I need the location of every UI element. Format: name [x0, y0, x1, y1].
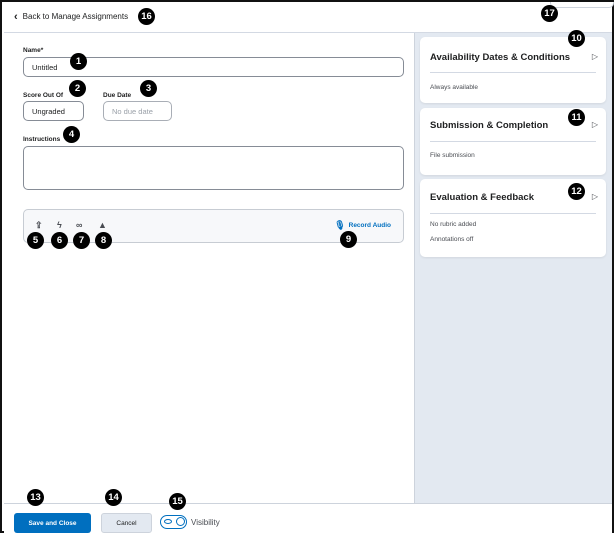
upload-icon[interactable]: ⇪ — [35, 220, 43, 231]
expand-triangle-icon[interactable]: ▷ — [592, 192, 598, 201]
callout-badge: 17 — [541, 5, 558, 22]
name-label: Name* — [23, 47, 44, 54]
save-and-close-button[interactable]: Save and Close — [14, 513, 91, 533]
card-divider — [430, 141, 596, 142]
callout-badge: 5 — [27, 232, 44, 249]
top-bar: ‹ Back to Manage Assignments — [4, 2, 614, 33]
submission-card-title: Submission & Completion — [430, 120, 549, 131]
back-to-manage-assignments-link[interactable]: ‹ Back to Manage Assignments — [14, 10, 129, 23]
page-frame: ‹ Back to Manage Assignments Name* Untit… — [0, 0, 614, 533]
due-date-input[interactable]: No due date — [103, 101, 172, 121]
callout-badge: 16 — [138, 8, 155, 25]
callout-badge: 2 — [69, 80, 86, 97]
cancel-button[interactable]: Cancel — [101, 513, 152, 533]
instructions-editor[interactable] — [23, 146, 404, 190]
insert-stuff-icon[interactable]: ϟ — [57, 220, 62, 230]
availability-card-title: Availability Dates & Conditions — [430, 52, 571, 63]
callout-badge: 9 — [340, 231, 357, 248]
google-drive-icon[interactable]: ▲ — [98, 220, 107, 230]
callout-badge: 13 — [27, 489, 44, 506]
rubric-status: No rubric added — [430, 221, 477, 228]
callout-badge: 4 — [63, 126, 80, 143]
card-divider — [430, 213, 596, 214]
callout-badge: 12 — [568, 183, 585, 200]
settings-sidebar: Availability Dates & Conditions ▷ Always… — [414, 33, 612, 503]
availability-status: Always available — [430, 84, 479, 91]
link-icon[interactable]: ∞ — [76, 220, 82, 230]
callout-badge: 6 — [51, 232, 68, 249]
due-date-label: Due Date — [103, 92, 132, 99]
footer-bar: Save and Close Cancel Visibility — [4, 503, 612, 533]
panel-collapse-tab[interactable] — [550, 2, 614, 8]
chevron-left-icon: ‹ — [14, 10, 18, 23]
callout-badge: 8 — [95, 232, 112, 249]
expand-triangle-icon[interactable]: ▷ — [592, 120, 598, 129]
callout-badge: 1 — [70, 53, 87, 70]
submission-type: File submission — [430, 152, 475, 159]
callout-badge: 10 — [568, 30, 585, 47]
card-divider — [430, 72, 596, 73]
callout-badge: 14 — [105, 489, 122, 506]
instructions-label: Instructions — [23, 136, 61, 143]
record-audio-button[interactable]: 🎙 Record Audio — [334, 220, 391, 231]
evaluation-card-title: Evaluation & Feedback — [430, 192, 535, 203]
visibility-label: Visibility — [191, 518, 220, 527]
visibility-toggle[interactable] — [160, 515, 187, 529]
back-link-label: Back to Manage Assignments — [22, 12, 129, 21]
callout-badge: 3 — [140, 80, 157, 97]
microphone-icon: 🎙 — [334, 220, 346, 230]
expand-triangle-icon[interactable]: ▷ — [592, 52, 598, 61]
annotations-status: Annotations off — [430, 236, 474, 243]
callout-badge: 15 — [169, 493, 186, 510]
score-out-of-label: Score Out Of — [23, 92, 64, 99]
availability-card[interactable]: Availability Dates & Conditions ▷ Always… — [420, 37, 606, 103]
callout-badge: 11 — [568, 109, 585, 126]
callout-badge: 7 — [73, 232, 90, 249]
record-audio-label: Record Audio — [348, 222, 391, 229]
eye-icon — [164, 519, 172, 524]
toggle-knob — [176, 517, 185, 526]
score-out-of-input[interactable]: Ungraded — [23, 101, 84, 121]
